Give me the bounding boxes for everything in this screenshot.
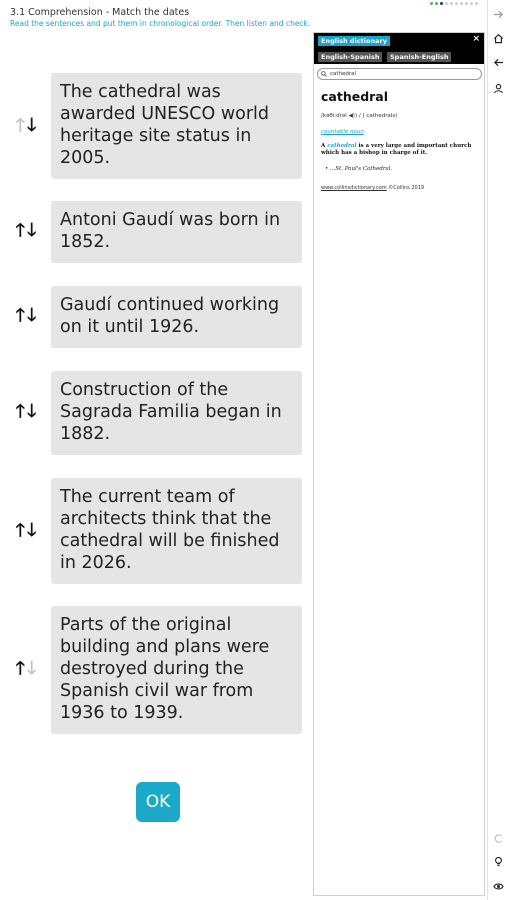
- move-down-arrow-icon: 🡓: [27, 658, 37, 679]
- dictionary-headword: cathedral: [321, 89, 389, 104]
- exercise-header: 3.1 Comprehension - Match the dates Read…: [10, 7, 430, 29]
- progress-dot: [455, 2, 458, 5]
- progress-dot: [440, 2, 443, 5]
- dictionary-header: English dictionary × English-Spanish Spa…: [314, 33, 484, 64]
- tab-english-spanish[interactable]: English-Spanish: [318, 52, 383, 62]
- move-up-arrow-icon[interactable]: 🡑: [16, 221, 25, 241]
- sentence-card[interactable]: Gaudí continued working on it until 1926…: [51, 286, 302, 348]
- progress-dot: [460, 2, 463, 5]
- forward-arrow-icon[interactable]: [488, 4, 507, 24]
- home-icon[interactable]: [488, 28, 507, 48]
- move-down-arrow-icon[interactable]: 🡓: [27, 402, 36, 422]
- definition: A cathedral is a very large and importan…: [321, 143, 479, 157]
- search-icon: [321, 71, 327, 77]
- back-arrow-icon[interactable]: [488, 52, 507, 72]
- right-sidebar: [487, 0, 507, 900]
- progress-dot: [430, 2, 433, 5]
- move-up-arrow-icon[interactable]: 🡑: [16, 521, 25, 541]
- ok-button[interactable]: OK: [136, 782, 180, 822]
- definition-headword: cathedral: [327, 143, 357, 149]
- progress-dot: [435, 2, 438, 5]
- move-down-arrow-icon[interactable]: 🡓: [27, 306, 36, 326]
- pronunciation[interactable]: /kəθiːdrəl ◀)) / ( cathedrals): [321, 113, 397, 119]
- progress-dot: [450, 2, 453, 5]
- move-down-arrow-icon[interactable]: 🡓: [27, 521, 36, 541]
- progress-dot: [445, 2, 448, 5]
- exercise-title: 3.1 Comprehension - Match the dates: [10, 7, 190, 18]
- progress-indicator: [430, 2, 478, 5]
- example-sentence: • ...St. Paul's Cathedral.: [325, 166, 393, 172]
- source-link[interactable]: www.collinsdictionary.com: [321, 185, 387, 191]
- part-of-speech-link[interactable]: countable noun: [321, 129, 364, 135]
- reorder-controls: 🡑 🡓: [4, 221, 48, 241]
- close-icon[interactable]: ×: [472, 34, 480, 44]
- dictionary-source: www.collinsdictionary.com ©Collins 2019: [321, 185, 424, 191]
- sentence-card[interactable]: Parts of the original building and plans…: [51, 606, 302, 734]
- eye-icon[interactable]: [488, 876, 507, 896]
- undo-icon[interactable]: [488, 828, 507, 848]
- move-up-arrow-icon: 🡑: [15, 115, 25, 136]
- source-copyright: ©Collins 2019: [386, 185, 425, 191]
- dictionary-panel: English dictionary × English-Spanish Spa…: [313, 32, 485, 896]
- dictionary-search-input[interactable]: cathedral: [317, 68, 482, 80]
- users-icon[interactable]: [488, 78, 507, 98]
- hint-bulb-icon[interactable]: [488, 851, 507, 871]
- progress-dot: [470, 2, 473, 5]
- reorder-controls: 🡑 🡓: [4, 306, 48, 326]
- reorder-controls: 🡑 🡓: [4, 521, 48, 541]
- sentence-card[interactable]: Antoni Gaudí was born in 1852.: [51, 201, 302, 263]
- move-up-arrow-icon[interactable]: 🡑: [16, 659, 25, 679]
- progress-dot: [475, 2, 478, 5]
- move-down-arrow-icon[interactable]: 🡓: [27, 116, 36, 136]
- sentence-card[interactable]: Construction of the Sagrada Familia bega…: [51, 371, 302, 455]
- tab-spanish-english[interactable]: Spanish-English: [387, 52, 452, 62]
- search-value: cathedral: [330, 71, 357, 77]
- exercise-instructions: Read the sentences and put them in chron…: [10, 19, 311, 28]
- tab-english-dictionary[interactable]: English dictionary: [318, 36, 390, 46]
- move-up-arrow-icon[interactable]: 🡑: [16, 402, 25, 422]
- reorder-controls: 🡑 🡓: [4, 402, 48, 422]
- sentence-card[interactable]: The current team of architects think tha…: [51, 478, 302, 584]
- reorder-controls: 🡑 🡓: [4, 659, 48, 679]
- sentence-card[interactable]: The cathedral was awarded UNESCO world h…: [51, 73, 302, 179]
- progress-dot: [465, 2, 468, 5]
- reorder-controls: 🡑 🡓: [4, 116, 48, 136]
- move-down-arrow-icon[interactable]: 🡓: [27, 221, 36, 241]
- move-up-arrow-icon[interactable]: 🡑: [16, 306, 25, 326]
